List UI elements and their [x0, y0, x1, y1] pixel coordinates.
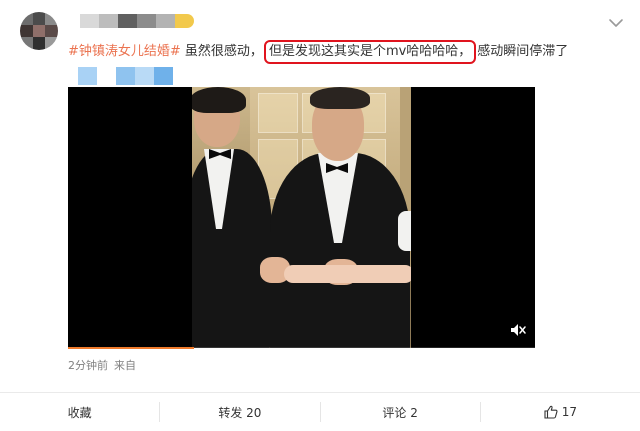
like-button[interactable]: 17 — [481, 393, 640, 431]
video-progress-bar[interactable] — [68, 347, 535, 349]
chevron-down-icon[interactable] — [605, 12, 627, 34]
post-meta: 2分钟前 来自 — [68, 357, 142, 373]
video-frame — [192, 87, 411, 348]
thumbs-up-icon — [544, 405, 558, 419]
favorite-button[interactable]: 收藏 — [0, 393, 159, 431]
like-count: 17 — [561, 405, 578, 419]
comment-label: 评论 2 — [382, 405, 418, 420]
post-text-after: 感动瞬间停滞了 — [477, 44, 569, 59]
post-time: 2分钟前 — [68, 359, 108, 372]
username-redacted[interactable] — [80, 14, 194, 28]
post-text-before: 虽然很感动， — [180, 44, 263, 59]
favorite-label: 收藏 — [67, 405, 92, 420]
avatar[interactable] — [20, 12, 58, 50]
hashtag-link[interactable]: #钟镇涛女儿结婚# — [68, 44, 181, 59]
repost-label: 转发 20 — [218, 405, 262, 420]
post-source: 来自 — [114, 359, 136, 372]
volume-mute-icon[interactable] — [509, 321, 527, 339]
repost-button[interactable]: 转发 20 — [160, 393, 319, 431]
post-text: #钟镇涛女儿结婚# 虽然很感动， 但是发现这其实是个mv哈哈哈哈， 感动瞬间停滞了 — [68, 40, 568, 64]
highlighted-text: 但是发现这其实是个mv哈哈哈哈， — [263, 40, 477, 64]
video-progress-fill — [68, 347, 195, 349]
action-bar: 收藏 转发 20 评论 2 17 — [0, 393, 640, 431]
video-player[interactable] — [68, 87, 535, 348]
link-redacted[interactable] — [78, 67, 173, 85]
comment-button[interactable]: 评论 2 — [321, 393, 480, 431]
